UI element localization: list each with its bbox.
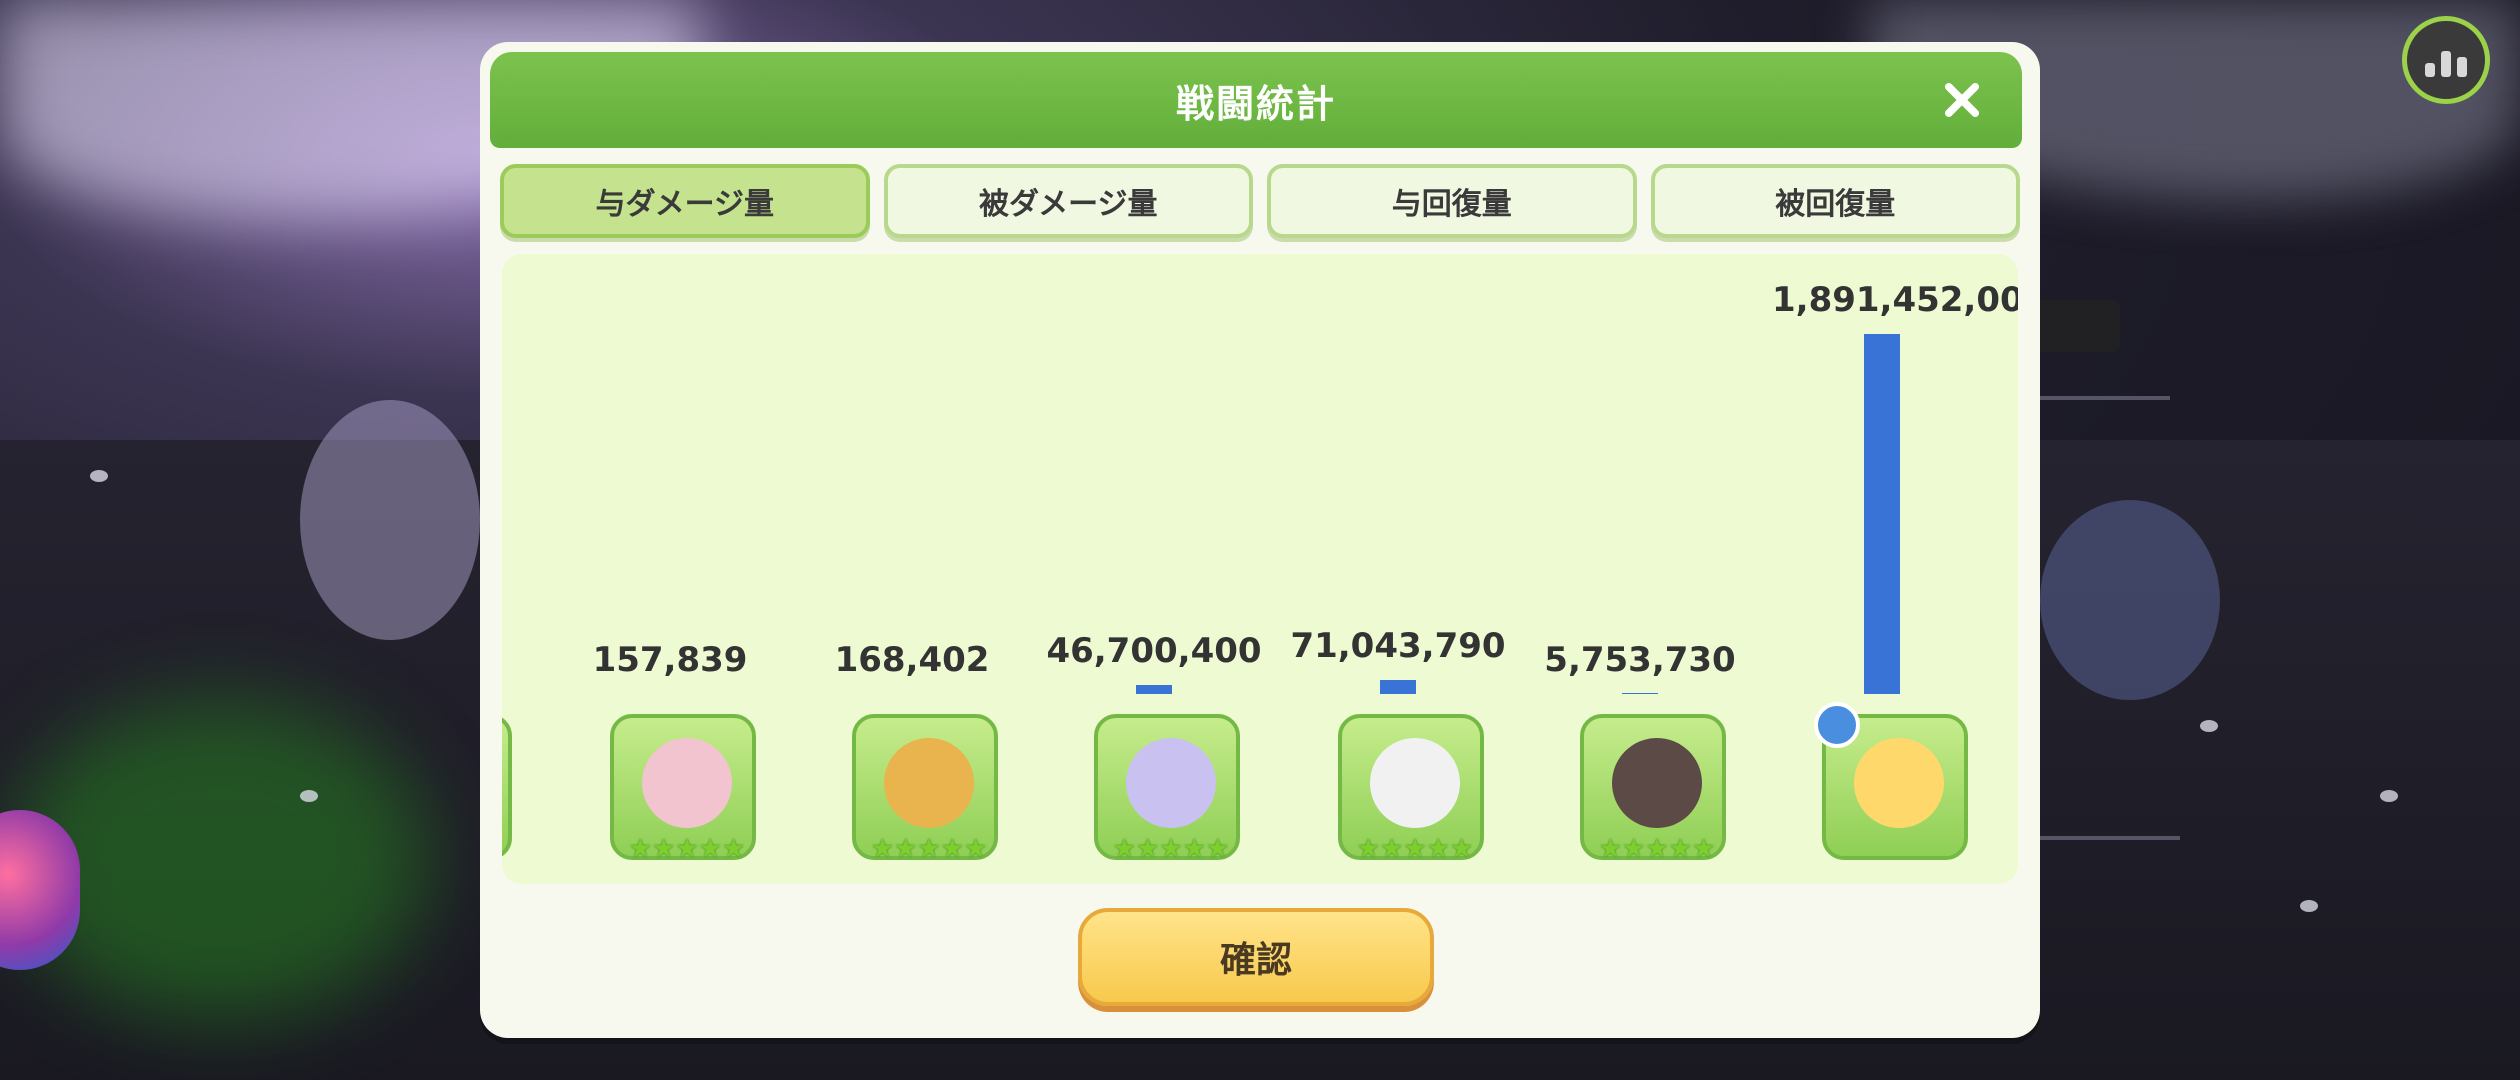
value-label: 71,043,790	[1290, 626, 1506, 666]
character-face	[1854, 738, 1944, 828]
value-label: 46,700,400	[1046, 631, 1262, 671]
character-face	[642, 738, 732, 828]
character-column: 5,753,730 ★★★★★	[1530, 254, 1750, 884]
rarity-stars: ★★★★★	[628, 834, 746, 864]
character-column: 37 ★★★★★	[502, 254, 536, 884]
rarity-stars: ★★★★★	[1356, 834, 1474, 864]
rarity-stars: ★★★★★	[502, 834, 510, 864]
background-characters	[300, 400, 480, 640]
rarity-stars: ★★★★★	[1598, 834, 1716, 864]
rarity-stars: ★★★★★	[1112, 834, 1230, 864]
character-column: 46,700,400 ★★★★★	[1044, 254, 1264, 884]
value-label: 168,402	[834, 640, 990, 680]
tab-damage-taken[interactable]: 被ダメージ量	[883, 164, 1253, 238]
character-face	[1612, 738, 1702, 828]
stats-tabs: 与ダメージ量 被ダメージ量 与回復量 被回復量	[500, 164, 2020, 238]
value-label: 157,839	[592, 640, 748, 680]
tab-healing-received[interactable]: 被回復量	[1650, 164, 2020, 238]
background-flower	[2300, 900, 2318, 912]
character-portrait[interactable]: ★★★★★	[1338, 714, 1484, 864]
value-label: 37	[502, 640, 536, 680]
character-face	[1126, 738, 1216, 828]
character-portrait[interactable]: ★★★★★	[852, 714, 998, 864]
tab-damage-dealt[interactable]: 与ダメージ量	[500, 164, 870, 238]
close-icon	[1944, 82, 1980, 118]
rarity-stars: ★★★★★	[870, 834, 988, 864]
skill-button[interactable]	[0, 810, 80, 970]
damage-bar	[1622, 693, 1658, 694]
character-column: 168,402 ★★★★★	[802, 254, 1022, 884]
background-flower	[2380, 790, 2398, 802]
character-column: 71,043,790 ★★★★★	[1288, 254, 1508, 884]
character-portrait[interactable]: ★★★★★	[610, 714, 756, 864]
character-column: 1,891,452,000	[1772, 254, 2018, 884]
value-label: 1,891,452,000	[1772, 280, 2018, 320]
value-label: 5,753,730	[1544, 640, 1736, 680]
bar-chart-icon[interactable]	[2402, 16, 2490, 104]
close-button[interactable]	[1932, 70, 1992, 130]
background-flower	[90, 470, 108, 482]
background-flower	[300, 790, 318, 802]
background-enemy	[2040, 500, 2220, 700]
damage-bar	[1380, 680, 1416, 694]
damage-bar	[1864, 334, 1900, 694]
dialog-header: 戦闘統計	[490, 52, 2022, 148]
character-portrait[interactable]: ★★★★★	[1094, 714, 1240, 864]
battle-stats-dialog: 戦闘統計 与ダメージ量 被ダメージ量 与回復量 被回復量 37 ★★★★★ 15…	[480, 42, 2040, 1038]
character-portrait[interactable]	[1814, 702, 1968, 860]
character-portrait[interactable]: ★★★★★	[1580, 714, 1726, 864]
damage-chart: 37 ★★★★★ 157,839 ★★★★★ 168,402 ★★★★★ 46,…	[502, 254, 2018, 884]
ally-badge-icon	[1814, 702, 1860, 748]
character-column: 157,839 ★★★★★	[560, 254, 780, 884]
background-flower	[2200, 720, 2218, 732]
tab-healing-done[interactable]: 与回復量	[1267, 164, 1637, 238]
confirm-button[interactable]: 確認	[1078, 908, 1434, 1006]
character-face	[1370, 738, 1460, 828]
dialog-title: 戦闘統計	[1175, 81, 1336, 126]
damage-bar	[1136, 685, 1172, 694]
character-face	[884, 738, 974, 828]
character-portrait[interactable]: ★★★★★	[502, 714, 512, 860]
